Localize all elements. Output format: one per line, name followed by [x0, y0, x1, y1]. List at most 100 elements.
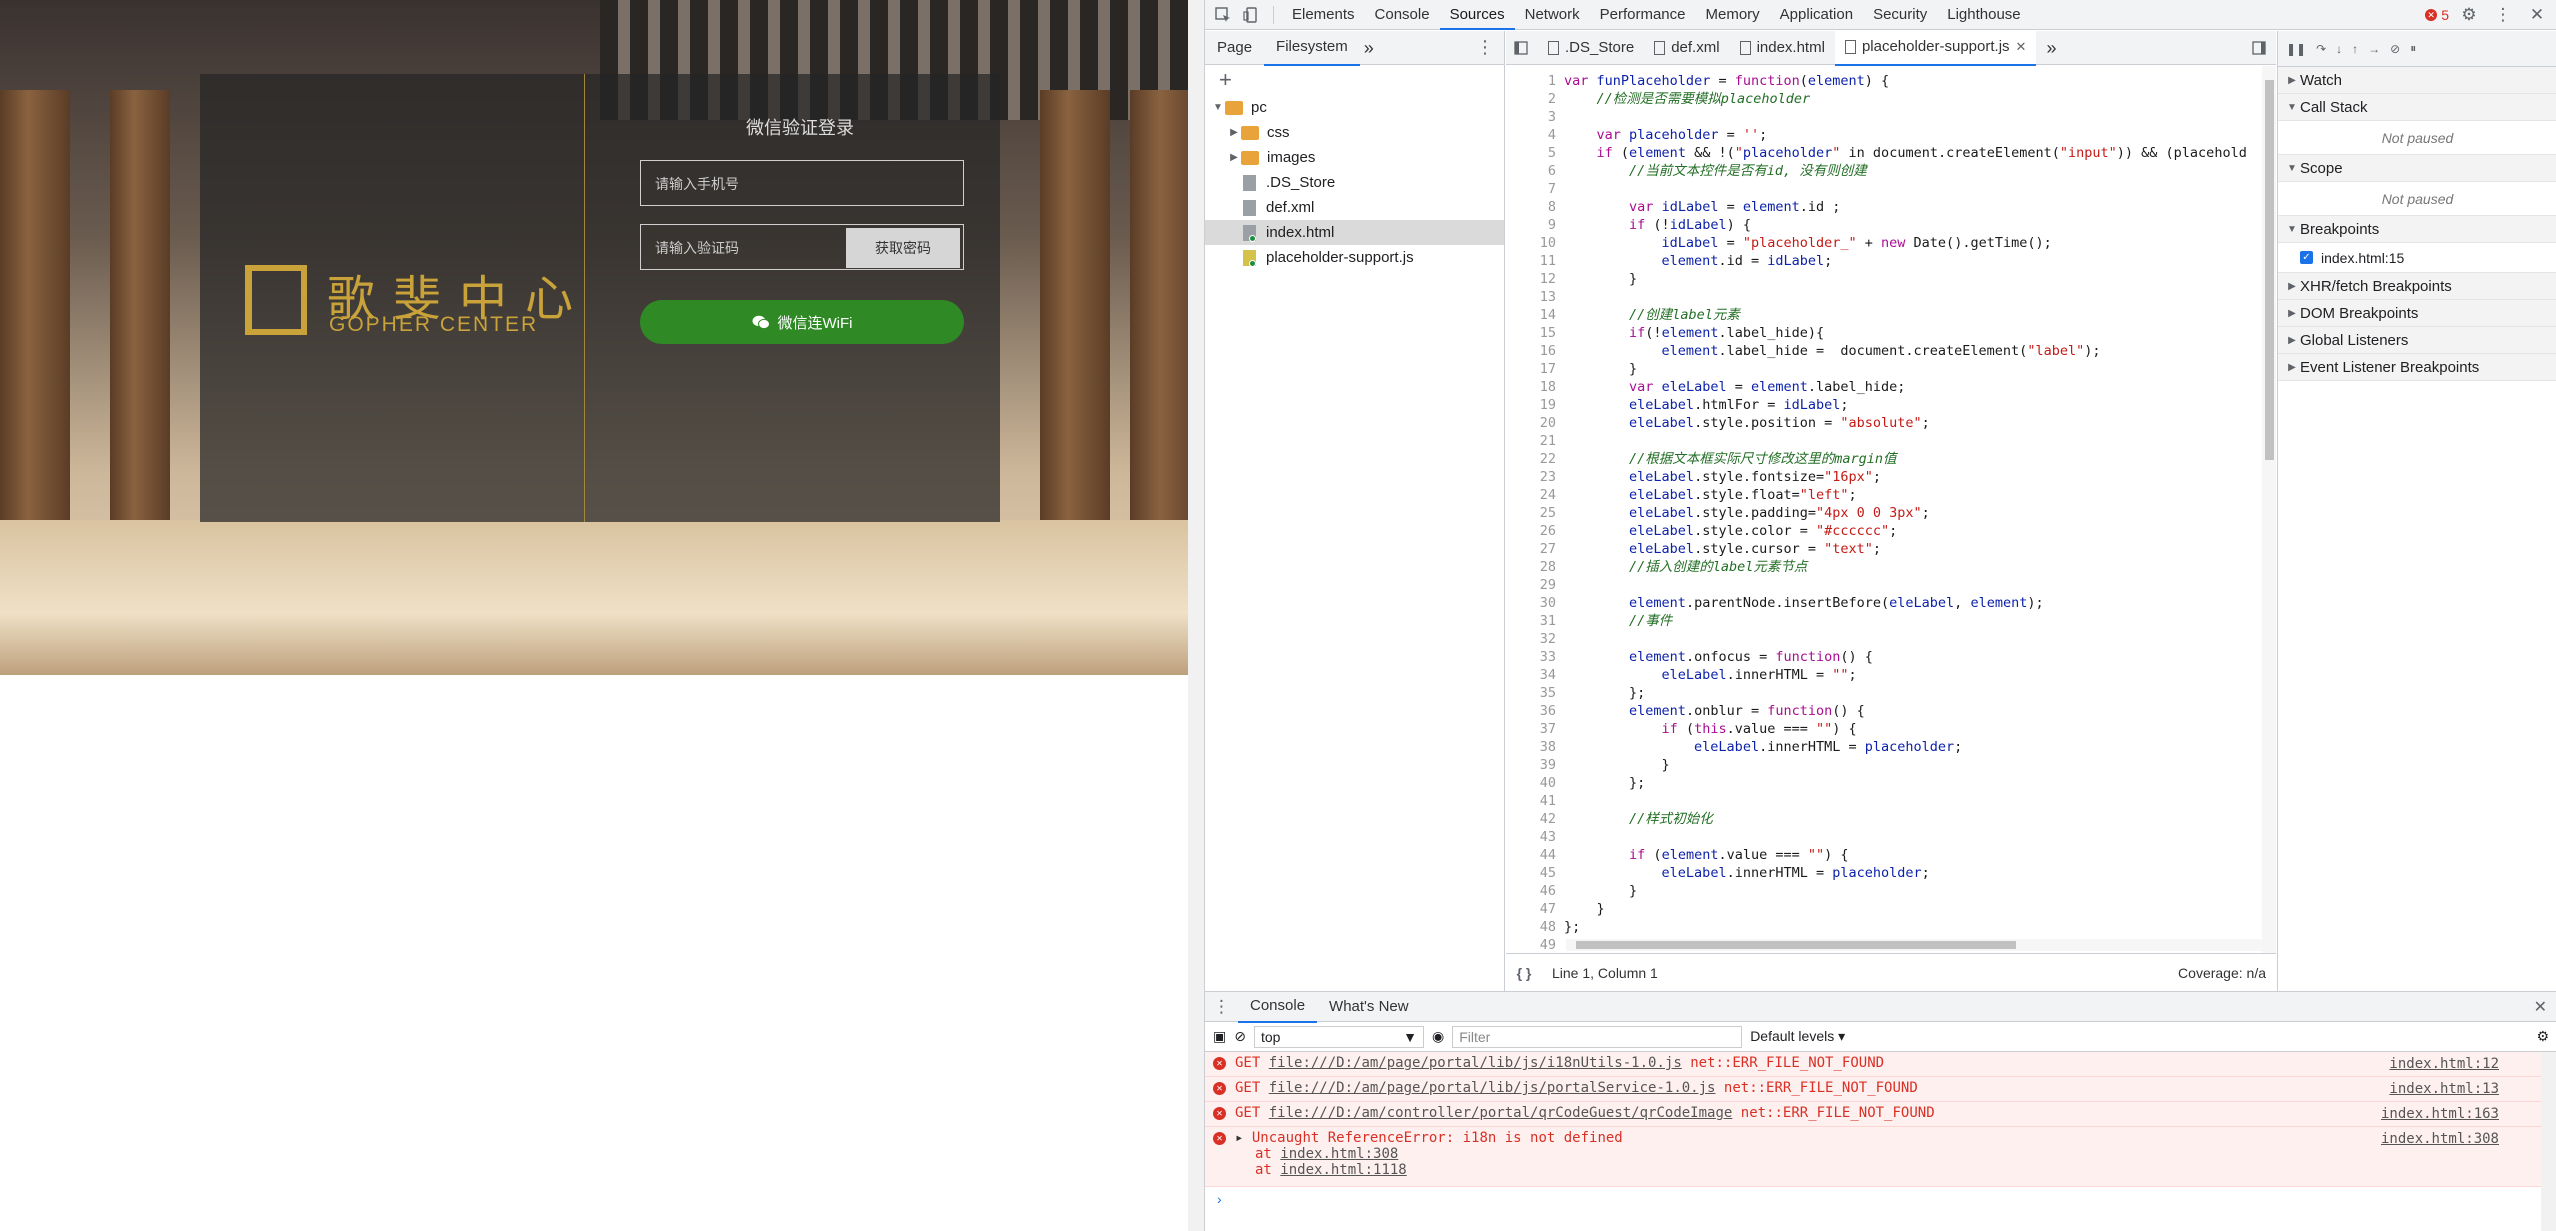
code-line[interactable]: eleLabel.style.color = "#cccccc"; [1564, 522, 1897, 540]
get-code-button[interactable]: 获取密码 [846, 228, 960, 268]
sidebar-toggle-icon[interactable]: ▣ [1213, 1028, 1226, 1045]
wechat-wifi-button[interactable]: 微信连WiFi [640, 300, 964, 344]
breakpoint-item[interactable]: ✓ index.html:15 [2278, 243, 2556, 273]
code-line[interactable]: //事件 [1564, 612, 1672, 630]
line-number[interactable]: 28 [1506, 558, 1556, 576]
toggle-debugger-icon[interactable] [2242, 40, 2276, 55]
code-line[interactable]: eleLabel.style.cursor = "text"; [1564, 540, 1881, 558]
line-number[interactable]: 38 [1506, 738, 1556, 756]
code-line[interactable]: element.parentNode.insertBefore(eleLabel… [1564, 594, 2044, 612]
code-line[interactable]: eleLabel.innerHTML = placeholder; [1564, 738, 1962, 756]
line-number[interactable]: 32 [1506, 630, 1556, 648]
tree-item-placeholder-js[interactable]: placeholder-support.js [1205, 245, 1504, 270]
line-number[interactable]: 5 [1506, 144, 1556, 162]
tab-application[interactable]: Application [1770, 0, 1863, 30]
line-number[interactable]: 48 [1506, 918, 1556, 936]
line-number[interactable]: 15 [1506, 324, 1556, 342]
line-number[interactable]: 3 [1506, 108, 1556, 126]
line-number[interactable]: 47 [1506, 900, 1556, 918]
code-line[interactable]: //插入创建的label元素节点 [1564, 558, 1807, 576]
line-number[interactable]: 36 [1506, 702, 1556, 720]
tab-sources[interactable]: Sources [1439, 0, 1515, 30]
source-link[interactable]: index.html:12 [2389, 1056, 2499, 1072]
error-badge[interactable]: ✕ 5 [2425, 7, 2449, 23]
line-number[interactable]: 9 [1506, 216, 1556, 234]
code-line[interactable]: element.label_hide = document.createElem… [1564, 342, 2101, 360]
line-number[interactable]: 37 [1506, 720, 1556, 738]
code-line[interactable]: var funPlaceholder = function(element) { [1564, 72, 1889, 90]
settings-icon[interactable]: ⚙ [2455, 0, 2483, 30]
section-watch[interactable]: ▶ Watch [2278, 67, 2556, 94]
step-over-icon[interactable]: ↷ [2316, 42, 2326, 56]
tab-filesystem[interactable]: Filesystem [1264, 30, 1360, 66]
line-number[interactable]: 41 [1506, 792, 1556, 810]
line-number[interactable]: 46 [1506, 882, 1556, 900]
step-into-icon[interactable]: ↓ [2336, 42, 2342, 56]
line-number[interactable]: 14 [1506, 306, 1556, 324]
tab-page[interactable]: Page [1205, 31, 1264, 65]
phone-input[interactable]: 请输入手机号 [640, 160, 964, 206]
toggle-navigator-icon[interactable] [1506, 40, 1538, 55]
line-number[interactable]: 25 [1506, 504, 1556, 522]
code-line[interactable]: eleLabel.innerHTML = placeholder; [1564, 864, 1930, 882]
tree-item-ds-store[interactable]: .DS_Store [1205, 170, 1504, 195]
tab-performance[interactable]: Performance [1590, 0, 1696, 30]
more-editor-tabs-icon[interactable]: » [2036, 31, 2066, 65]
code-line[interactable]: }; [1564, 684, 1645, 702]
section-event-listener-breakpoints[interactable]: ▶ Event Listener Breakpoints [2278, 354, 2556, 381]
code-line[interactable]: }; [1564, 918, 1580, 936]
code-line[interactable]: eleLabel.style.fontsize="16px"; [1564, 468, 1881, 486]
code-line[interactable]: eleLabel.htmlFor = idLabel; [1564, 396, 1848, 414]
line-number[interactable]: 16 [1506, 342, 1556, 360]
stack-link[interactable]: index.html:308 [1280, 1146, 1398, 1162]
add-folder-icon[interactable]: + [1205, 65, 1504, 95]
line-number[interactable]: 11 [1506, 252, 1556, 270]
line-number[interactable]: 30 [1506, 594, 1556, 612]
code-line[interactable]: var eleLabel = element.label_hide; [1564, 378, 1905, 396]
code-vertical-scrollbar[interactable] [2262, 66, 2276, 953]
pause-icon[interactable]: ❚❚ [2286, 42, 2306, 56]
line-number[interactable]: 13 [1506, 288, 1556, 306]
section-call-stack[interactable]: ▼ Call Stack [2278, 94, 2556, 121]
tab-memory[interactable]: Memory [1696, 0, 1770, 30]
line-number[interactable]: 4 [1506, 126, 1556, 144]
device-toolbar-icon[interactable] [1237, 0, 1265, 30]
console-prompt[interactable]: › [1205, 1187, 2556, 1211]
drawer-tab-whats-new[interactable]: What's New [1317, 992, 1421, 1022]
line-number[interactable]: 7 [1506, 180, 1556, 198]
more-tabs-icon[interactable]: » [1360, 31, 1378, 65]
tree-item-css[interactable]: ▶ css [1205, 120, 1504, 145]
section-xhr-breakpoints[interactable]: ▶ XHR/fetch Breakpoints [2278, 273, 2556, 300]
code-line[interactable]: element.onfocus = function() { [1564, 648, 1873, 666]
context-selector[interactable]: top ▼ [1253, 1025, 1424, 1048]
code-line[interactable]: } [1564, 756, 1670, 774]
line-number[interactable]: 31 [1506, 612, 1556, 630]
code-line[interactable]: } [1564, 900, 1605, 918]
line-number[interactable]: 49 [1506, 936, 1556, 953]
code-line[interactable]: //样式初始化 [1564, 810, 1713, 828]
line-number[interactable]: 26 [1506, 522, 1556, 540]
source-link[interactable]: index.html:13 [2389, 1081, 2499, 1097]
page-scrollbar[interactable] [1188, 0, 1204, 1231]
line-number[interactable]: 42 [1506, 810, 1556, 828]
stack-link[interactable]: index.html:1118 [1280, 1162, 1406, 1178]
step-out-icon[interactable]: ↑ [2352, 42, 2358, 56]
tab-console[interactable]: Console [1365, 0, 1440, 30]
line-number[interactable]: 12 [1506, 270, 1556, 288]
code-line[interactable]: var idLabel = element.id ; [1564, 198, 1840, 216]
code-line[interactable]: element.onblur = function() { [1564, 702, 1865, 720]
line-number[interactable]: 34 [1506, 666, 1556, 684]
line-number[interactable]: 2 [1506, 90, 1556, 108]
section-scope[interactable]: ▼ Scope [2278, 155, 2556, 182]
code-horizontal-scrollbar[interactable] [1566, 939, 2262, 951]
drawer-menu-icon[interactable]: ⋮ [1205, 992, 1238, 1022]
more-menu-icon[interactable]: ⋮ [2489, 0, 2517, 30]
code-line[interactable]: element.id = idLabel; [1564, 252, 1833, 270]
tree-item-def-xml[interactable]: def.xml [1205, 195, 1504, 220]
code-line[interactable]: eleLabel.style.position = "absolute"; [1564, 414, 1930, 432]
line-number[interactable]: 44 [1506, 846, 1556, 864]
console-filter-input[interactable]: Filter [1452, 1025, 1743, 1048]
log-levels-dropdown[interactable]: Default levels ▾ [1750, 1028, 1845, 1045]
line-number[interactable]: 45 [1506, 864, 1556, 882]
tab-security[interactable]: Security [1863, 0, 1937, 30]
